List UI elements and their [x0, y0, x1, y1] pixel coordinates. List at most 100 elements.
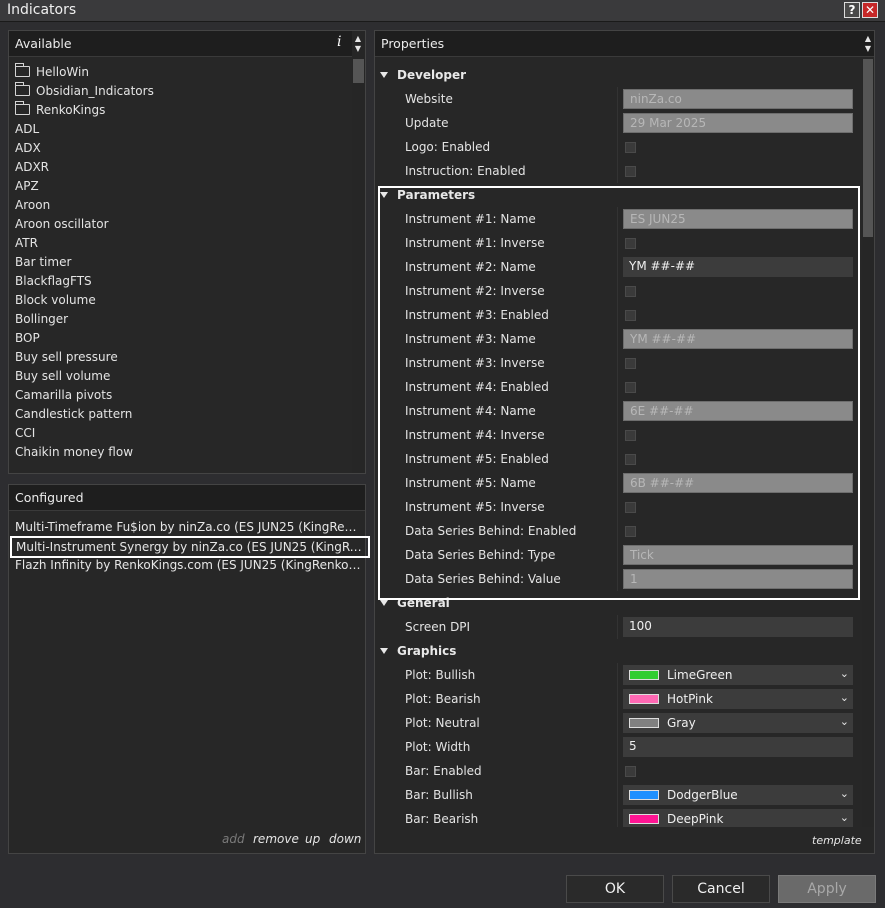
available-item[interactable]: Obsidian_Indicators	[15, 82, 154, 101]
property-row: Bar: Bearish DeepPink ⌄	[378, 807, 860, 827]
scroll-up-icon[interactable]: ▲	[352, 34, 364, 43]
chevron-down-icon[interactable]: ⌄	[840, 667, 849, 680]
chevron-down-icon[interactable]: ⌄	[840, 715, 849, 728]
update-field[interactable]: 29 Mar 2025	[623, 113, 853, 133]
bar-enabled-checkbox[interactable]	[625, 766, 636, 777]
property-name: Bar: Bullish	[405, 788, 473, 802]
configured-item-selected[interactable]: Multi-Instrument Synergy by ninZa.co (ES…	[10, 536, 370, 558]
close-button[interactable]: ✕	[862, 2, 878, 18]
available-item[interactable]: CCI	[15, 424, 35, 443]
available-item[interactable]: Bar timer	[15, 253, 71, 272]
collapse-triangle-icon[interactable]	[380, 648, 388, 654]
color-swatch	[629, 694, 659, 704]
available-item[interactable]: APZ	[15, 177, 39, 196]
cancel-button[interactable]: Cancel	[672, 875, 770, 903]
available-item[interactable]: Aroon oscillator	[15, 215, 109, 234]
category-developer[interactable]: Developer	[380, 63, 466, 87]
color-name: DodgerBlue	[667, 788, 738, 802]
property-name: Update	[405, 116, 449, 130]
header-scroll-down-icon[interactable]: ▼	[862, 44, 874, 53]
plot-width-field[interactable]: 5	[623, 737, 853, 757]
category-label: Developer	[397, 68, 467, 82]
color-name: DeepPink	[667, 812, 724, 826]
column-separator	[617, 159, 618, 183]
property-name: Plot: Neutral	[405, 716, 480, 730]
column-separator	[617, 615, 618, 639]
chevron-down-icon[interactable]: ⌄	[840, 691, 849, 704]
available-item[interactable]: Buy sell volume	[15, 367, 110, 386]
screen-dpi-field[interactable]: 100	[623, 617, 853, 637]
property-row: Logo: Enabled	[378, 135, 860, 159]
available-item-label: ATR	[15, 236, 38, 250]
available-item[interactable]: RenkoKings	[15, 101, 105, 120]
column-separator	[617, 687, 618, 711]
properties-scrollbar[interactable]	[862, 59, 874, 827]
available-item[interactable]: ADL	[15, 120, 39, 139]
bar-bullish-color-select[interactable]: DodgerBlue ⌄	[623, 785, 853, 805]
chevron-down-icon[interactable]: ⌄	[840, 787, 849, 800]
color-name: Gray	[667, 716, 696, 730]
available-item[interactable]: BOP	[15, 329, 40, 348]
window-title: Indicators	[7, 2, 77, 18]
scroll-down-icon[interactable]: ▼	[352, 44, 364, 53]
available-header-label: Available	[15, 36, 72, 51]
ok-button[interactable]: OK	[566, 875, 664, 903]
property-row: Screen DPI 100	[378, 615, 860, 639]
color-swatch	[629, 790, 659, 800]
property-name: Logo: Enabled	[405, 140, 491, 154]
plot-bullish-color-select[interactable]: LimeGreen ⌄	[623, 665, 853, 685]
plot-neutral-color-select[interactable]: Gray ⌄	[623, 713, 853, 733]
instruction-enabled-checkbox[interactable]	[625, 166, 636, 177]
available-item[interactable]: ADX	[15, 139, 41, 158]
available-scrollbar[interactable]: ▲ ▼	[352, 31, 365, 473]
property-row: Plot: Bearish HotPink ⌄	[378, 687, 860, 711]
available-item-label: Buy sell volume	[15, 369, 111, 383]
bar-bearish-color-select[interactable]: DeepPink ⌄	[623, 809, 853, 827]
available-item[interactable]: Camarilla pivots	[15, 386, 112, 405]
website-field[interactable]: ninZa.co	[623, 89, 853, 109]
available-item-label: ADXR	[15, 160, 50, 174]
available-item[interactable]: Bollinger	[15, 310, 68, 329]
scroll-thumb[interactable]	[353, 59, 364, 83]
available-item[interactable]: BlackflagFTS	[15, 272, 92, 291]
available-item[interactable]: Block volume	[15, 291, 96, 310]
category-graphics[interactable]: Graphics	[380, 639, 456, 663]
available-item-label: Bollinger	[15, 312, 69, 326]
available-item-label: Camarilla pivots	[15, 388, 113, 402]
property-name: Website	[405, 92, 453, 106]
configured-item[interactable]: Multi-Timeframe Fu$ion by ninZa.co (ES J…	[15, 518, 361, 537]
collapse-triangle-icon[interactable]	[380, 72, 388, 78]
column-separator	[617, 759, 618, 783]
logo-enabled-checkbox[interactable]	[625, 142, 636, 153]
header-scroll-up-icon[interactable]: ▲	[862, 34, 874, 43]
properties-scroll-thumb[interactable]	[863, 59, 873, 237]
plot-bearish-color-select[interactable]: HotPink ⌄	[623, 689, 853, 709]
available-item-label: Obsidian_Indicators	[36, 84, 154, 98]
info-icon[interactable]: i	[337, 34, 341, 50]
available-item[interactable]: ADXR	[15, 158, 49, 177]
available-item[interactable]: Chaikin money flow	[15, 443, 133, 462]
available-item[interactable]: HelloWin	[15, 63, 89, 82]
template-link[interactable]: template	[812, 834, 862, 847]
apply-button[interactable]: Apply	[778, 875, 876, 903]
configured-item[interactable]: Flazh Infinity by RenkoKings.com (ES JUN…	[15, 556, 361, 575]
column-separator	[617, 87, 618, 111]
remove-link[interactable]: remove	[253, 832, 299, 846]
property-row: Plot: Width 5	[378, 735, 860, 759]
available-item[interactable]: Candlestick pattern	[15, 405, 132, 424]
help-button[interactable]: ?	[844, 2, 860, 18]
up-link[interactable]: up	[305, 832, 320, 846]
add-link[interactable]: add	[222, 832, 245, 846]
available-item[interactable]: ATR	[15, 234, 38, 253]
collapse-triangle-icon[interactable]	[380, 600, 388, 606]
chevron-down-icon[interactable]: ⌄	[840, 811, 849, 824]
column-separator	[617, 135, 618, 159]
available-item-label: Aroon oscillator	[15, 217, 109, 231]
available-item[interactable]: Buy sell pressure	[15, 348, 118, 367]
available-header: Available i	[9, 31, 365, 57]
available-item-label: Chaikin money flow	[15, 445, 134, 459]
down-link[interactable]: down	[329, 832, 361, 846]
available-list[interactable]: HelloWin Obsidian_Indicators RenkoKings ADL…	[9, 63, 349, 473]
available-item[interactable]: Aroon	[15, 196, 50, 215]
title-bar: Indicators ? ✕	[0, 0, 885, 22]
